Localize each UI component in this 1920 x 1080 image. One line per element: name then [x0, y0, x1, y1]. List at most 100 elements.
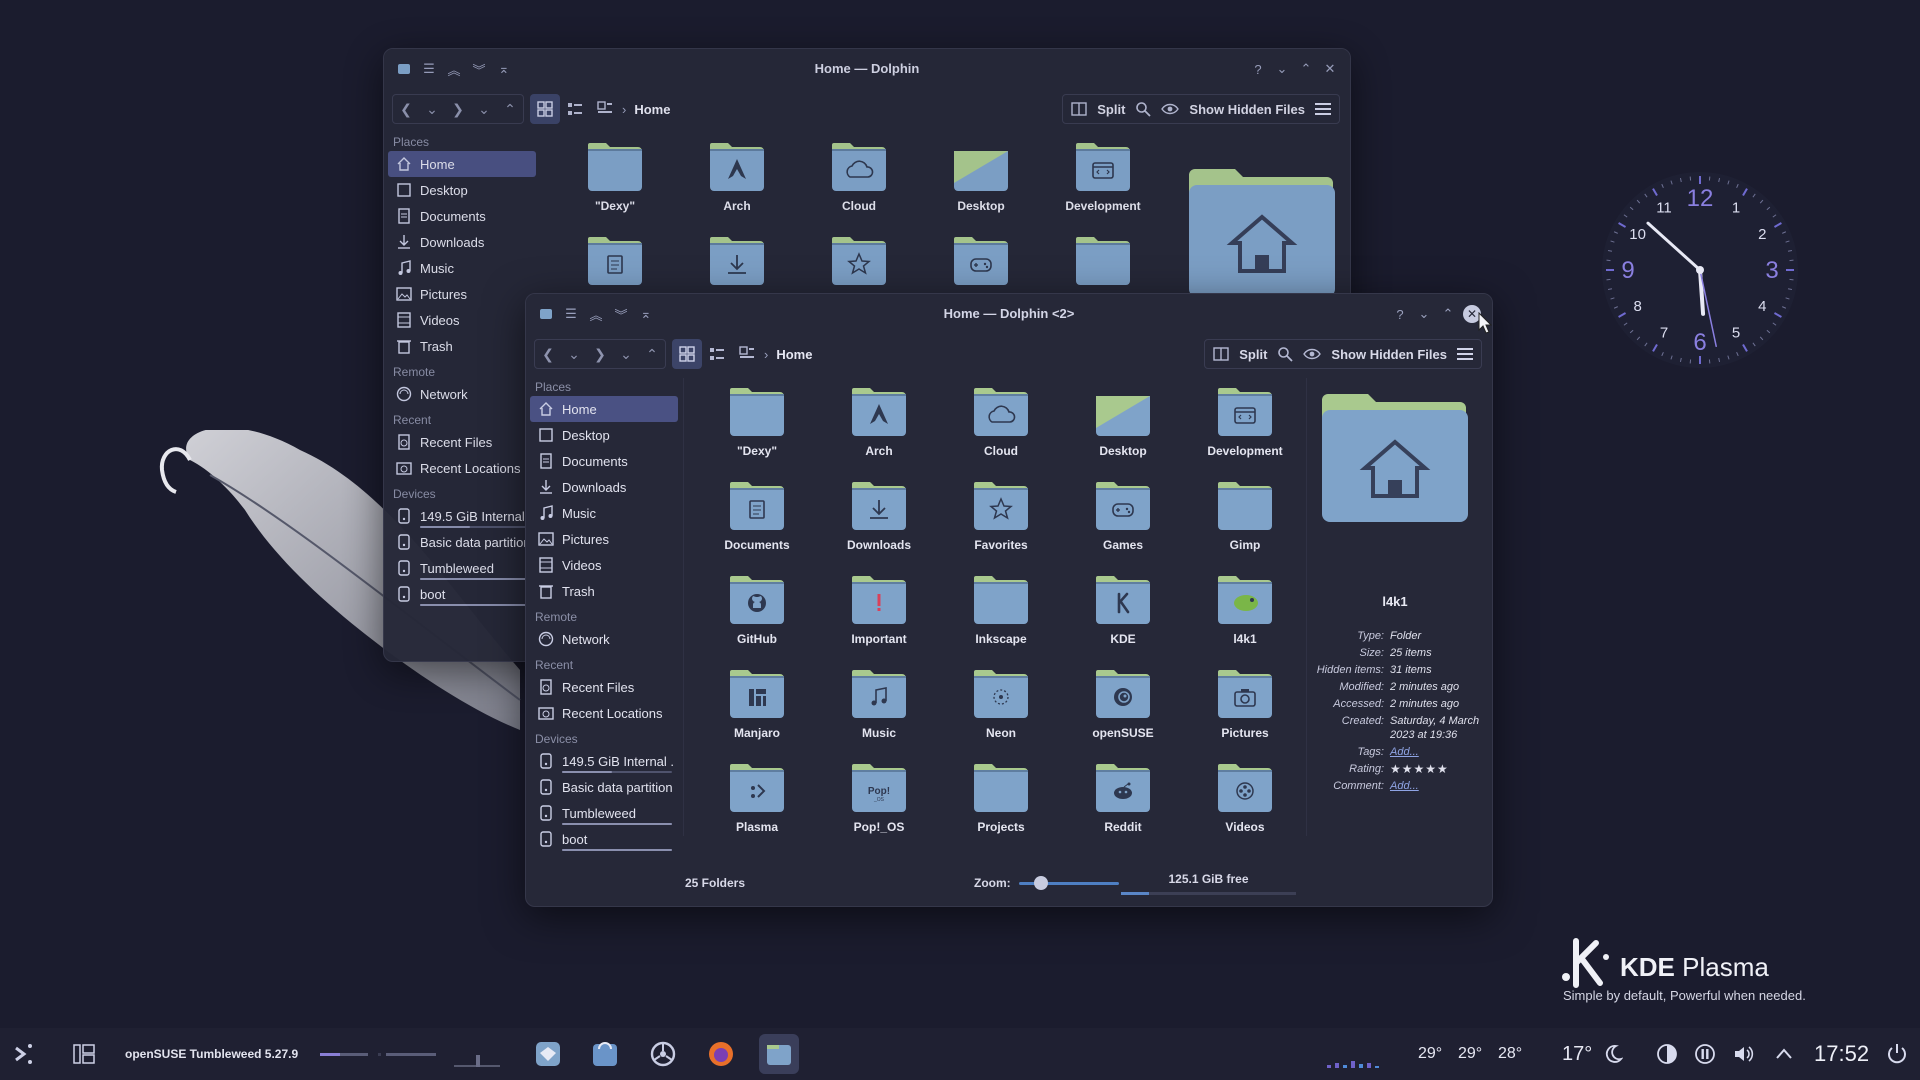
volume-icon[interactable]: [1733, 1028, 1755, 1080]
maximize-icon[interactable]: ⌃: [1438, 304, 1458, 324]
sidebar-item-videos[interactable]: Videos: [530, 552, 678, 578]
help-icon[interactable]: ?: [1248, 59, 1268, 79]
back-history-icon[interactable]: ⌄: [426, 101, 438, 118]
minimize-icon[interactable]: ⌄: [1414, 304, 1434, 324]
show-hidden-files-button[interactable]: Show Hidden Files: [1189, 102, 1305, 117]
rating-stars[interactable]: ★★★★★: [1390, 762, 1486, 776]
minimize-icon[interactable]: ⌄: [1272, 59, 1292, 79]
split-button[interactable]: Split: [1239, 347, 1267, 362]
breadcrumb-home[interactable]: Home: [776, 347, 812, 362]
back-history-icon[interactable]: ⌄: [568, 346, 580, 363]
up-icon[interactable]: ⌃: [504, 101, 516, 118]
icons-view-button[interactable]: [672, 339, 702, 369]
show-hidden-files-button[interactable]: Show Hidden Files: [1331, 347, 1447, 362]
info-value[interactable]: Add...: [1390, 745, 1486, 759]
taskbar-app-firefox[interactable]: [701, 1034, 741, 1074]
sidebar-item-home[interactable]: Home: [530, 396, 678, 422]
folder-item[interactable]: l4k1: [1184, 572, 1306, 666]
temp-sensor-3[interactable]: 28°: [1498, 1028, 1522, 1080]
folder-item[interactable]: Development: [1184, 384, 1306, 478]
split-icon[interactable]: [1213, 346, 1229, 362]
sidebar-item-desktop[interactable]: Desktop: [530, 422, 678, 448]
sidebar-item-documents[interactable]: Documents: [388, 203, 536, 229]
compact-view-button[interactable]: [702, 339, 732, 369]
folder-item[interactable]: Videos: [1184, 760, 1306, 854]
folder-item[interactable]: Cloud: [798, 139, 920, 233]
folder-item[interactable]: Development: [1042, 139, 1164, 233]
sidebar-item-recent-files[interactable]: Recent Files: [530, 674, 678, 700]
titlebar[interactable]: ☰ ︽ ︾ ⌅ Home — Dolphin ? ⌄ ⌃ ✕: [384, 49, 1350, 89]
folder-item[interactable]: Gimp: [1184, 478, 1306, 572]
sidebar-item-downloads[interactable]: Downloads: [388, 229, 536, 255]
sidebar-item-boot[interactable]: boot: [530, 826, 678, 852]
folder-item[interactable]: Favorites: [940, 478, 1062, 572]
sidebar-item-network[interactable]: Network: [388, 381, 536, 407]
split-icon[interactable]: [1071, 101, 1087, 117]
tray-expand-icon[interactable]: [1774, 1028, 1794, 1080]
sidebar-item-home[interactable]: Home: [388, 151, 536, 177]
folder-item[interactable]: Games: [1062, 478, 1184, 572]
folder-item[interactable]: Downloads: [818, 478, 940, 572]
media-pause-icon[interactable]: [1694, 1028, 1716, 1080]
folder-item[interactable]: Desktop: [920, 139, 1042, 233]
titlebar[interactable]: ☰ ︽ ︾ ⌅ Home — Dolphin <2> ? ⌄ ⌃ ✕: [526, 294, 1492, 334]
sidebar-item-desktop[interactable]: Desktop: [388, 177, 536, 203]
application-launcher[interactable]: [10, 1028, 38, 1080]
breadcrumb[interactable]: › Home: [622, 102, 670, 117]
launcher-icon[interactable]: [10, 1040, 38, 1068]
folder-item[interactable]: Neon: [940, 666, 1062, 760]
free-space[interactable]: 125.1 GiB free: [1121, 872, 1296, 895]
folder-item[interactable]: openSUSE: [1062, 666, 1184, 760]
info-value[interactable]: Add...: [1390, 779, 1486, 793]
hamburger-menu-icon[interactable]: [1315, 102, 1331, 116]
eye-icon[interactable]: [1161, 102, 1180, 116]
up-icon[interactable]: ⌃: [646, 346, 658, 363]
folder-item[interactable]: Desktop: [1062, 384, 1184, 478]
dolphin-window-front[interactable]: ☰ ︽ ︾ ⌅ Home — Dolphin <2> ? ⌄ ⌃ ✕ ❮ ⌄ ❯ ⌄…: [525, 293, 1493, 907]
temp-sensor-2[interactable]: 29°: [1458, 1028, 1482, 1080]
folder-item[interactable]: Manjaro: [696, 666, 818, 760]
search-icon[interactable]: [1277, 346, 1294, 362]
sidebar-item-network[interactable]: Network: [530, 626, 678, 652]
folder-item[interactable]: GitHub: [696, 572, 818, 666]
temp-sensor-1[interactable]: 29°: [1418, 1028, 1442, 1080]
sidebar-item-149-5-gib-internal[interactable]: 149.5 GiB Internal ...: [388, 503, 536, 529]
sidebar-item-music[interactable]: Music: [530, 500, 678, 526]
folder-item[interactable]: Pop! _OS Pop!_OS: [818, 760, 940, 854]
sidebar-item-boot[interactable]: boot: [388, 581, 536, 607]
sidebar-item-documents[interactable]: Documents: [530, 448, 678, 474]
sidebar-item-basic-data-partition[interactable]: Basic data partition: [388, 529, 536, 555]
sidebar-item-trash[interactable]: Trash: [388, 333, 536, 359]
maximize-icon[interactable]: ⌃: [1296, 59, 1316, 79]
zoom-slider-handle[interactable]: [1033, 875, 1048, 890]
sidebar-item-recent-locations[interactable]: Recent Locations: [530, 700, 678, 726]
forward-icon[interactable]: ❯: [594, 346, 606, 363]
zoom-slider[interactable]: [1018, 875, 1119, 890]
sidebar-item-trash[interactable]: Trash: [530, 578, 678, 604]
taskbar-app-settings[interactable]: [643, 1034, 683, 1074]
sidebar-item-tumbleweed[interactable]: Tumbleweed: [530, 800, 678, 826]
power-icon[interactable]: [1886, 1028, 1908, 1080]
folder-item[interactable]: Reddit: [1062, 760, 1184, 854]
forward-history-icon[interactable]: ⌄: [478, 101, 490, 118]
sidebar-item-pictures[interactable]: Pictures: [388, 281, 536, 307]
taskbar-app-discover[interactable]: [585, 1034, 625, 1074]
close-icon[interactable]: ✕: [1320, 59, 1340, 79]
back-icon[interactable]: ❮: [400, 101, 412, 118]
sidebar-item-downloads[interactable]: Downloads: [530, 474, 678, 500]
folder-item[interactable]: Music: [818, 666, 940, 760]
search-icon[interactable]: [1135, 101, 1152, 117]
sidebar-item-recent-locations[interactable]: Recent Locations: [388, 455, 536, 481]
folder-item[interactable]: Plasma: [696, 760, 818, 854]
sidebar-item-basic-data-partition[interactable]: Basic data partition: [530, 774, 678, 800]
folder-item[interactable]: Documents: [696, 478, 818, 572]
eye-icon[interactable]: [1303, 347, 1322, 361]
folder-item[interactable]: "Dexy": [696, 384, 818, 478]
split-button[interactable]: Split: [1097, 102, 1125, 117]
back-icon[interactable]: ❮: [542, 346, 554, 363]
weather-moon-icon[interactable]: [1603, 1028, 1623, 1080]
folder-item[interactable]: Arch: [818, 384, 940, 478]
hamburger-menu-icon[interactable]: [1457, 347, 1473, 361]
sidebar-item-music[interactable]: Music: [388, 255, 536, 281]
details-view-button[interactable]: [590, 94, 620, 124]
